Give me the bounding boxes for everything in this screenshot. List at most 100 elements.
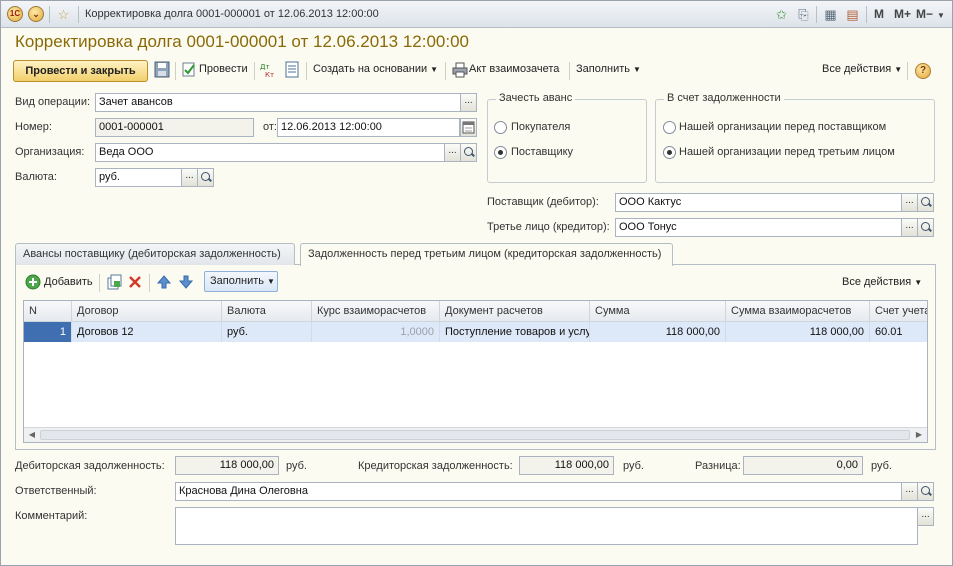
radio-org-to-supplier-label[interactable]: Нашей организации перед поставщиком xyxy=(679,121,886,133)
save-icon[interactable] xyxy=(154,61,170,78)
menu-chevron-icon[interactable]: ⌄ xyxy=(28,6,44,22)
table-all-actions-button[interactable]: Все действия ▼ xyxy=(842,276,922,288)
post-and-close-button[interactable]: Провести и закрыть xyxy=(13,60,148,82)
supplier-select-button[interactable]: ... xyxy=(901,193,918,212)
copy-row-icon[interactable] xyxy=(106,274,122,291)
cell-contract[interactable]: Договов 12 xyxy=(72,322,222,342)
scroll-right-icon[interactable]: ▶ xyxy=(912,429,926,441)
create-based-on-button[interactable]: Создать на основании ▼ xyxy=(313,63,438,75)
calendar-icon[interactable]: ▤ xyxy=(844,6,861,23)
column-header-rate[interactable]: Курс взаиморасчетов xyxy=(312,301,440,322)
tab-third-party-debt[interactable]: Задолженность перед третьим лицом (креди… xyxy=(300,243,673,266)
difference-label: Разница: xyxy=(695,460,741,472)
favorite-star-icon[interactable]: ☆ xyxy=(55,6,72,23)
table-fill-button[interactable]: Заполнить ▼ xyxy=(204,271,278,292)
date-field[interactable]: 12.06.2013 12:00:00 xyxy=(277,118,460,137)
add-icon[interactable] xyxy=(25,274,41,291)
calendar-picker-icon[interactable] xyxy=(460,118,477,137)
currency-select-button[interactable]: ... xyxy=(181,168,198,187)
supplier-search-icon[interactable] xyxy=(917,193,934,212)
third-party-select-button[interactable]: ... xyxy=(901,218,918,237)
supplier-label: Поставщик (дебитор): xyxy=(487,196,599,208)
horizontal-scrollbar[interactable]: ◀ ▶ xyxy=(24,427,927,442)
comment-label: Комментарий: xyxy=(15,510,88,522)
fill-button[interactable]: Заполнить ▼ xyxy=(576,63,641,75)
operation-type-field[interactable]: Зачет авансов xyxy=(95,93,461,112)
organization-search-icon[interactable] xyxy=(460,143,477,162)
responsible-select-button[interactable]: ... xyxy=(901,482,918,501)
radio-supplier[interactable] xyxy=(494,146,507,159)
column-header-settlement-amount[interactable]: Сумма взаиморасчетов xyxy=(726,301,870,322)
number-label: Номер: xyxy=(15,121,52,133)
post-button[interactable]: Провести xyxy=(199,63,248,75)
printer-icon[interactable] xyxy=(452,61,468,78)
separator xyxy=(866,6,867,23)
radio-buyer-label[interactable]: Покупателя xyxy=(511,121,570,133)
add-favorite-icon[interactable]: ✩ xyxy=(773,6,790,23)
comment-field[interactable] xyxy=(175,507,918,545)
move-down-icon[interactable] xyxy=(178,274,194,291)
responsible-field[interactable]: Краснова Дина Олеговна xyxy=(175,482,902,501)
all-actions-button[interactable]: Все действия ▼ xyxy=(822,63,902,75)
column-header-document[interactable]: Документ расчетов xyxy=(440,301,590,322)
cell-currency[interactable]: руб. xyxy=(222,322,312,342)
act-offset-button[interactable]: Акт взаимозачета xyxy=(469,63,559,75)
separator xyxy=(254,62,255,80)
report-icon[interactable] xyxy=(284,61,300,78)
tab-supplier-advances[interactable]: Авансы поставщику (дебиторская задолженн… xyxy=(15,243,295,265)
memory-m-button[interactable]: M xyxy=(874,7,884,21)
debt-table[interactable]: N Договор Валюта Курс взаиморасчетов Док… xyxy=(23,300,928,443)
comment-edit-button[interactable]: ... xyxy=(917,507,934,526)
responsible-search-icon[interactable] xyxy=(917,482,934,501)
column-header-n[interactable]: N xyxy=(24,301,72,322)
separator xyxy=(78,6,79,23)
currency-field[interactable]: руб. xyxy=(95,168,182,187)
radio-supplier-label[interactable]: Поставщику xyxy=(511,146,573,158)
radio-org-to-third[interactable] xyxy=(663,146,676,159)
cell-n[interactable]: 1 xyxy=(24,322,72,342)
delete-row-icon[interactable] xyxy=(127,274,143,291)
scroll-thumb[interactable] xyxy=(40,430,910,440)
operation-type-label: Вид операции: xyxy=(15,96,91,108)
operation-type-select-button[interactable]: ... xyxy=(460,93,477,112)
dt-kt-icon[interactable]: Дт Кт xyxy=(260,61,276,79)
help-icon[interactable]: ? xyxy=(915,63,931,79)
separator xyxy=(49,6,50,23)
organization-select-button[interactable]: ... xyxy=(444,143,461,162)
column-header-contract[interactable]: Договор xyxy=(72,301,222,322)
chevron-down-icon: ▼ xyxy=(914,278,923,287)
link-icon[interactable]: ⎘ xyxy=(795,6,812,23)
column-header-amount[interactable]: Сумма xyxy=(590,301,726,322)
table-all-actions-label: Все действия xyxy=(842,276,912,288)
radio-buyer[interactable] xyxy=(494,121,507,134)
title-menu-chevron-icon[interactable]: ▼ xyxy=(937,11,945,20)
calculator-icon[interactable]: ▦ xyxy=(822,6,839,23)
scroll-left-icon[interactable]: ◀ xyxy=(25,429,39,441)
organization-field[interactable]: Веда ООО xyxy=(95,143,445,162)
radio-org-to-supplier[interactable] xyxy=(663,121,676,134)
app-logo-icon[interactable]: 1С xyxy=(7,6,23,22)
window-title: Корректировка долга 0001-000001 от 12.06… xyxy=(85,8,379,20)
third-party-search-icon[interactable] xyxy=(917,218,934,237)
supplier-field[interactable]: ООО Кактус xyxy=(615,193,902,212)
credit-label: Кредиторская задолженность: xyxy=(358,460,513,472)
add-row-button[interactable]: Добавить xyxy=(44,276,93,288)
memory-m-plus-button[interactable]: M+ xyxy=(894,7,911,21)
cell-amount[interactable]: 118 000,00 xyxy=(590,322,726,342)
post-icon[interactable] xyxy=(181,61,197,78)
cell-account[interactable]: 60.01 xyxy=(870,322,927,342)
currency-search-icon[interactable] xyxy=(197,168,214,187)
all-actions-label: Все действия xyxy=(822,63,892,75)
memory-m-minus-button[interactable]: M− xyxy=(916,7,933,21)
chevron-down-icon: ▼ xyxy=(633,65,641,74)
cell-document[interactable]: Поступление товаров и услуг xyxy=(440,322,590,342)
column-header-account[interactable]: Счет учета xyxy=(870,301,927,322)
cell-settlement-amount[interactable]: 118 000,00 xyxy=(726,322,870,342)
move-up-icon[interactable] xyxy=(156,274,172,291)
column-header-currency[interactable]: Валюта xyxy=(222,301,312,322)
cell-rate[interactable]: 1,0000 xyxy=(312,322,440,342)
third-party-field[interactable]: ООО Тонус xyxy=(615,218,902,237)
debit-label: Дебиторская задолженность: xyxy=(15,460,165,472)
radio-org-to-third-label[interactable]: Нашей организации перед третьим лицом xyxy=(679,146,895,158)
number-field[interactable]: 0001-000001 xyxy=(95,118,254,137)
